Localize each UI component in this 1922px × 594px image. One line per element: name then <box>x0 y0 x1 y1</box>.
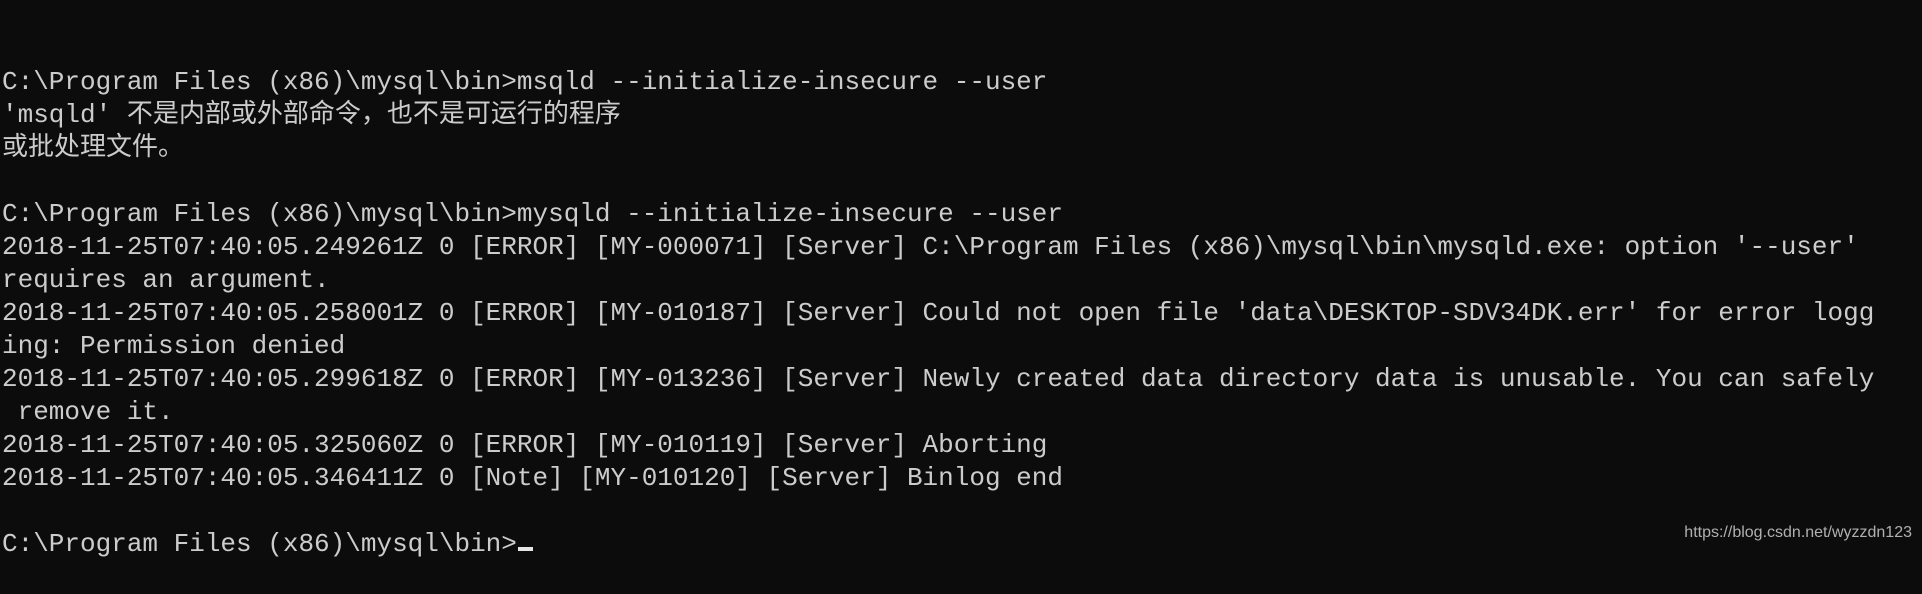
output-line: 或批处理文件。 <box>2 133 185 163</box>
output-line: C:\Program Files (x86)\mysql\bin>msqld -… <box>2 67 1048 97</box>
output-line: C:\Program Files (x86)\mysql\bin>mysqld … <box>2 199 1063 229</box>
console-output[interactable]: C:\Program Files (x86)\mysql\bin>msqld -… <box>2 0 1922 594</box>
output-line: 2018-11-25T07:40:05.258001Z 0 [ERROR] [M… <box>2 298 1875 328</box>
output-line: 2018-11-25T07:40:05.249261Z 0 [ERROR] [M… <box>2 232 1859 262</box>
watermark: https://blog.csdn.net/wyzzdn123 <box>1684 524 1912 541</box>
output-line: 2018-11-25T07:40:05.299618Z 0 [ERROR] [M… <box>2 364 1875 394</box>
prompt: C:\Program Files (x86)\mysql\bin> <box>2 529 517 559</box>
output-line: 'msqld' 不是内部或外部命令，也不是可运行的程序 <box>2 100 621 130</box>
output-line: ing: Permission denied <box>2 331 346 361</box>
output-line: remove it. <box>2 397 174 427</box>
cursor <box>517 547 533 551</box>
output-line: requires an argument. <box>2 265 330 295</box>
output-line: 2018-11-25T07:40:05.346411Z 0 [Note] [MY… <box>2 463 1063 493</box>
output-lines: C:\Program Files (x86)\mysql\bin>msqld -… <box>2 66 1922 528</box>
prompt-line[interactable]: C:\Program Files (x86)\mysql\bin> <box>2 528 1922 561</box>
output-line: 2018-11-25T07:40:05.325060Z 0 [ERROR] [M… <box>2 430 1048 460</box>
